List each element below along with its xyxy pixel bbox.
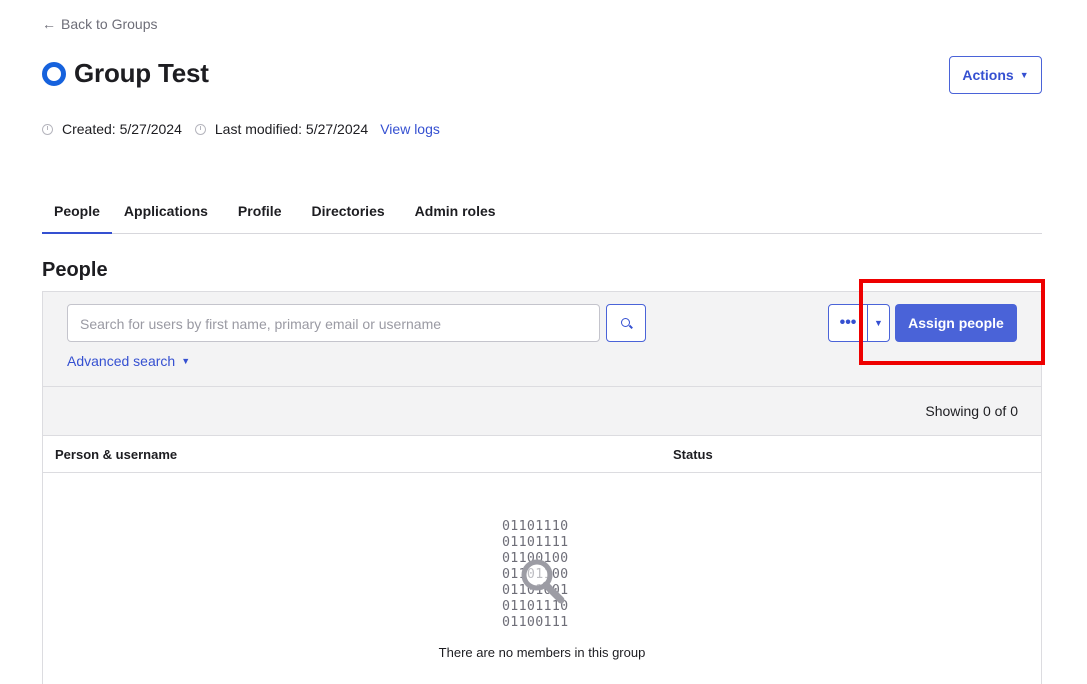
table-header: Person & username Status — [43, 436, 1041, 473]
modified-date: Last modified: 5/27/2024 — [214, 121, 369, 137]
page-title: Group Test — [74, 58, 209, 88]
more-actions-button[interactable]: ••• ▼ — [828, 304, 890, 342]
tab-admin-roles[interactable]: Admin roles — [403, 196, 514, 232]
group-page: ← Back to Groups Group Test Actions ▼ Cr… — [0, 0, 1087, 684]
advanced-search-link[interactable]: Advanced search ▼ — [67, 353, 190, 369]
actions-button-label: Actions — [962, 67, 1014, 83]
count-bar: Showing 0 of 0 — [43, 387, 1041, 436]
back-arrow-icon: ← — [42, 16, 56, 32]
more-dots-icon: ••• — [839, 314, 857, 331]
clock-icon — [42, 123, 53, 135]
tab-bar: People Applications Profile Directories … — [42, 196, 1042, 234]
tab-profile[interactable]: Profile — [226, 196, 300, 232]
caret-down-icon[interactable]: ▼ — [868, 318, 889, 328]
people-panel: Search for users by first name, primary … — [42, 291, 1042, 684]
search-icon — [621, 318, 630, 327]
created-date: Created: 5/27/2024 — [62, 121, 182, 137]
title-row: Group Test — [42, 58, 209, 89]
caret-down-icon: ▼ — [1019, 70, 1029, 80]
caret-down-icon: ▼ — [181, 356, 191, 366]
empty-state: 01101110 01101111 01100100 01101100 0110… — [43, 473, 1041, 684]
assign-people-button[interactable]: Assign people — [895, 304, 1017, 342]
back-link-label: Back to Groups — [61, 16, 158, 32]
tab-applications[interactable]: Applications — [112, 196, 226, 232]
showing-count: Showing 0 of 0 — [925, 403, 1018, 419]
advanced-search-label: Advanced search — [67, 353, 176, 369]
column-person-username: Person & username — [55, 447, 178, 462]
view-logs-link[interactable]: View logs — [380, 121, 440, 137]
tab-people[interactable]: People — [42, 196, 112, 234]
tab-directories[interactable]: Directories — [300, 196, 403, 232]
magnifier-icon — [521, 559, 565, 604]
clock-icon — [194, 123, 206, 135]
meta-row: Created: 5/27/2024 Last modified: 5/27/2… — [42, 121, 440, 137]
back-to-groups-link[interactable]: ← Back to Groups — [42, 16, 158, 32]
actions-button[interactable]: Actions ▼ — [949, 56, 1042, 94]
search-button[interactable] — [606, 304, 646, 342]
search-input[interactable]: Search for users by first name, primary … — [67, 304, 600, 342]
empty-message: There are no members in this group — [438, 645, 646, 660]
column-status: Status — [673, 447, 713, 462]
section-title: People — [42, 259, 108, 281]
group-icon — [42, 61, 66, 86]
people-toolbar: Search for users by first name, primary … — [43, 292, 1041, 387]
